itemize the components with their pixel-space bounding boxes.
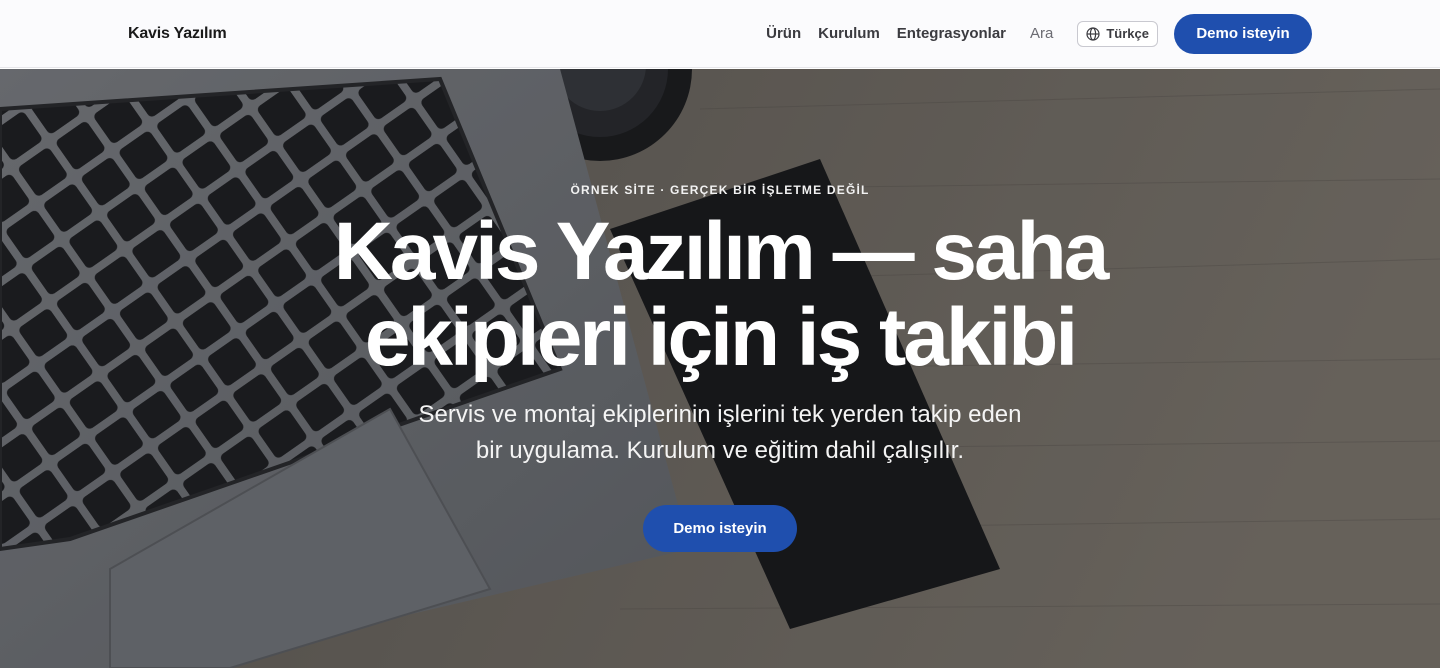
language-selector[interactable]: Türkçe <box>1077 20 1158 47</box>
nav-link-kurulum[interactable]: Kurulum <box>818 25 880 42</box>
hero-title: Kavis Yazılım — saha ekipleri için iş ta… <box>320 209 1120 381</box>
brand-logo[interactable]: Kavis Yazılım <box>128 25 227 43</box>
hero-eyebrow: ÖRNEK SİTE · GERÇEK BİR İŞLETME DEĞİL <box>570 183 870 197</box>
globe-icon <box>1086 26 1100 41</box>
hero-subtitle: Servis ve montaj ekiplerinin işlerini te… <box>400 397 1040 469</box>
hero-subtitle-line-1: Servis ve montaj ekiplerinin işlerini te… <box>418 401 1022 428</box>
hero-section: ÖRNEK SİTE · GERÇEK BİR İŞLETME DEĞİL Ka… <box>0 69 1440 668</box>
hero-title-line-1: Kavis Yazılım — saha <box>333 206 1110 297</box>
site-header: Kavis Yazılım Ürün Kurulum Entegrasyonla… <box>0 0 1440 68</box>
search-link[interactable]: Ara <box>1030 25 1053 42</box>
header-demo-button[interactable]: Demo isteyin <box>1174 13 1312 54</box>
hero-subtitle-line-2: bir uygulama. Kurulum ve eğitim dahil ça… <box>475 437 965 464</box>
nav-link-entegrasyonlar[interactable]: Entegrasyonlar <box>897 25 1006 42</box>
hero-title-line-2: ekipleri için iş takibi <box>364 292 1078 383</box>
nav-link-urun[interactable]: Ürün <box>766 25 801 42</box>
language-label: Türkçe <box>1106 26 1149 41</box>
main-nav: Ürün Kurulum Entegrasyonlar Ara Türkçe D… <box>766 13 1312 54</box>
hero-demo-button[interactable]: Demo isteyin <box>643 505 797 552</box>
